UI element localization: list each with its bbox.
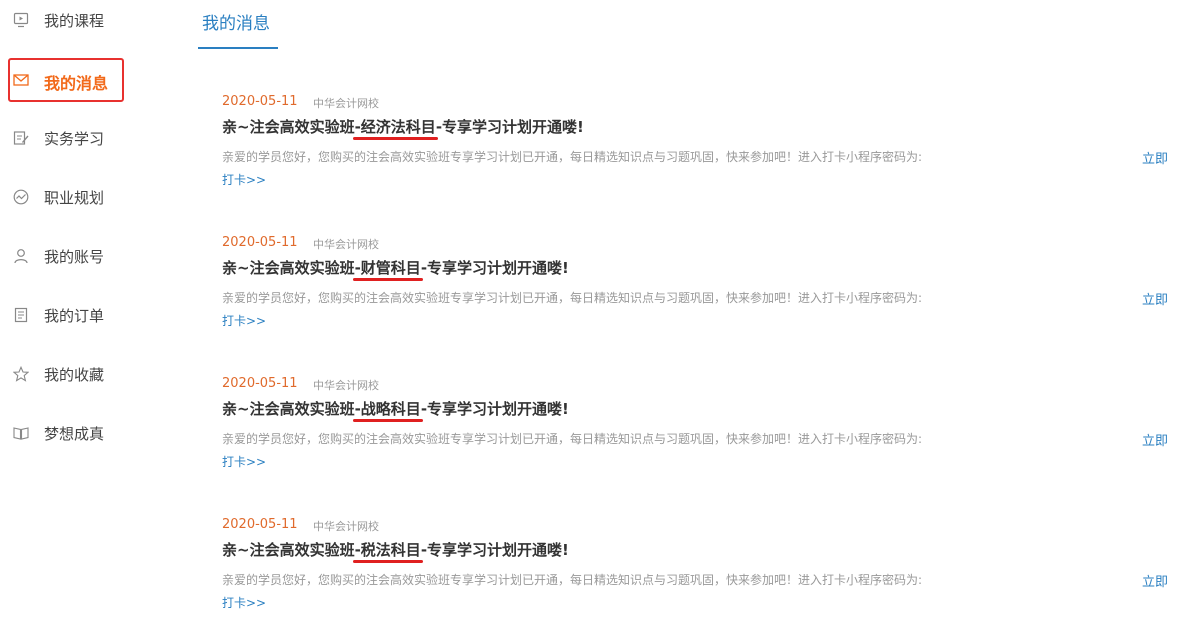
title-suffix: -专享学习计划开通喽! — [435, 118, 584, 136]
sidebar-item-my-messages[interactable]: 我的消息 — [8, 58, 124, 102]
sidebar-item-label: 我的收藏 — [44, 366, 105, 384]
title-prefix: 亲~注会高效实验班 — [222, 400, 355, 418]
course-icon — [12, 11, 30, 29]
mail-icon — [12, 71, 30, 89]
sidebar-item-my-orders[interactable]: 我的订单 — [8, 295, 124, 335]
message-source: 中华会计网校 — [313, 238, 379, 251]
user-icon — [12, 247, 30, 265]
title-suffix: -专享学习计划开通喽! — [420, 400, 569, 418]
checkin-link-end[interactable]: 打卡>> — [222, 453, 266, 470]
sidebar-item-career-planning[interactable]: 职业规划 — [8, 177, 124, 217]
checkin-link-end[interactable]: 打卡>> — [222, 594, 266, 611]
title-highlight: -经济法科目 — [352, 118, 439, 140]
message-source: 中华会计网校 — [313, 520, 379, 533]
book-icon — [12, 424, 30, 442]
sidebar-item-label: 我的课程 — [44, 12, 105, 30]
sidebar-item-label: 我的账号 — [44, 248, 105, 266]
title-prefix: 亲~注会高效实验班 — [222, 541, 355, 559]
sidebar-item-my-account[interactable]: 我的账号 — [8, 236, 124, 276]
title-suffix: -专享学习计划开通喽! — [420, 541, 569, 559]
checkin-link-start[interactable]: 立即 — [1142, 289, 1168, 308]
title-prefix: 亲~注会高效实验班 — [222, 118, 355, 136]
message-body: 亲爱的学员您好，您购买的注会高效实验班专享学习计划已开通，每日精选知识点与习题巩… — [222, 573, 923, 587]
sidebar-item-label: 职业规划 — [44, 189, 105, 207]
sidebar-item-label: 实务学习 — [44, 130, 105, 148]
message-title[interactable]: 亲~注会高效实验班-战略科目-专享学习计划开通喽! — [222, 398, 569, 422]
sidebar-item-my-favorites[interactable]: 我的收藏 — [8, 354, 124, 394]
message-body: 亲爱的学员您好，您购买的注会高效实验班专享学习计划已开通，每日精选知识点与习题巩… — [222, 150, 923, 164]
message-source: 中华会计网校 — [313, 97, 379, 110]
sidebar-item-dream-come-true[interactable]: 梦想成真 — [8, 413, 124, 453]
message-item: 2020-05-11 中华会计网校 亲~注会高效实验班-税法科目-专享学习计划开… — [222, 517, 1172, 627]
message-item: 2020-05-11 中华会计网校 亲~注会高效实验班-经济法科目-专享学习计划… — [222, 94, 1172, 204]
message-title[interactable]: 亲~注会高效实验班-经济法科目-专享学习计划开通喽! — [222, 116, 584, 140]
tab-label: 我的消息 — [202, 14, 270, 34]
sidebar-item-my-courses[interactable]: 我的课程 — [8, 0, 124, 40]
message-date: 2020-05-11 — [222, 517, 298, 532]
checkin-link-start[interactable]: 立即 — [1142, 430, 1168, 449]
tab-underline — [198, 47, 278, 49]
tab-my-messages[interactable]: 我的消息 — [198, 0, 278, 50]
sidebar-item-label: 我的消息 — [44, 74, 109, 93]
sidebar-item-practice-study[interactable]: 实务学习 — [8, 118, 124, 158]
title-highlight: -税法科目 — [352, 541, 424, 563]
message-title[interactable]: 亲~注会高效实验班-财管科目-专享学习计划开通喽! — [222, 257, 569, 281]
chart-icon — [12, 188, 30, 206]
sidebar-item-label: 我的订单 — [44, 307, 105, 325]
sidebar-item-label: 梦想成真 — [44, 425, 105, 443]
checkin-link-start[interactable]: 立即 — [1142, 148, 1168, 167]
message-item: 2020-05-11 中华会计网校 亲~注会高效实验班-战略科目-专享学习计划开… — [222, 376, 1172, 486]
title-prefix: 亲~注会高效实验班 — [222, 259, 355, 277]
star-icon — [12, 365, 30, 383]
message-body: 亲爱的学员您好，您购买的注会高效实验班专享学习计划已开通，每日精选知识点与习题巩… — [222, 432, 923, 446]
message-body: 亲爱的学员您好，您购买的注会高效实验班专享学习计划已开通，每日精选知识点与习题巩… — [222, 291, 923, 305]
title-suffix: -专享学习计划开通喽! — [420, 259, 569, 277]
checkin-link-end[interactable]: 打卡>> — [222, 312, 266, 329]
message-date: 2020-05-11 — [222, 376, 298, 391]
edit-icon — [12, 129, 30, 147]
title-highlight: -战略科目 — [352, 400, 424, 422]
title-highlight: -财管科目 — [352, 259, 424, 281]
message-source: 中华会计网校 — [313, 379, 379, 392]
message-title[interactable]: 亲~注会高效实验班-税法科目-专享学习计划开通喽! — [222, 539, 569, 563]
checkin-link-end[interactable]: 打卡>> — [222, 171, 266, 188]
order-icon — [12, 306, 30, 324]
message-date: 2020-05-11 — [222, 94, 298, 109]
message-item: 2020-05-11 中华会计网校 亲~注会高效实验班-财管科目-专享学习计划开… — [222, 235, 1172, 345]
message-date: 2020-05-11 — [222, 235, 298, 250]
checkin-link-start[interactable]: 立即 — [1142, 571, 1168, 590]
